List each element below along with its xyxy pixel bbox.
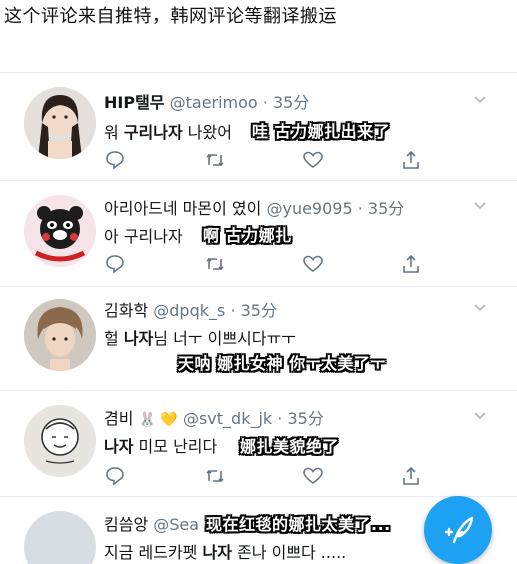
- display-name[interactable]: 아리아드네 마몬이 였이: [104, 199, 261, 218]
- username[interactable]: @taerimoo: [170, 93, 258, 112]
- tweet-text-part: 헐: [104, 329, 124, 348]
- chevron-down-icon[interactable]: [473, 93, 487, 107]
- share-icon[interactable]: [400, 465, 422, 487]
- compose-icon: [444, 516, 474, 544]
- chevron-down-icon[interactable]: [473, 409, 487, 423]
- like-icon[interactable]: [302, 253, 324, 275]
- tweet-text-highlight: 나자: [104, 437, 134, 456]
- tweet-header: 아리아드네 마몬이 였이 @yue9095 · 35分: [104, 195, 404, 219]
- share-icon[interactable]: [400, 253, 422, 275]
- tweet-actions: [100, 253, 440, 277]
- translation-caption: 娜扎美貌绝了: [240, 437, 340, 456]
- avatar[interactable]: [24, 195, 96, 267]
- display-name[interactable]: 김화학: [104, 301, 148, 320]
- tweet-text-highlight: 나자: [123, 329, 154, 348]
- tweet-text-part: 님 너ㅜ 이쁘시다ㅠㅜ: [153, 329, 296, 348]
- reply-icon[interactable]: [104, 465, 126, 487]
- tweet-text-part: 아: [104, 227, 124, 246]
- tweet-header: 김화학 @dpqk_s · 35分: [104, 297, 277, 321]
- tweet-text-part: 존나 이쁘다 .....: [231, 543, 347, 562]
- chevron-down-icon[interactable]: [473, 199, 487, 213]
- reply-icon[interactable]: [104, 253, 126, 275]
- tweet[interactable]: 아리아드네 마몬이 였이 @yue9095 · 35分 아 구리나자 啊 古力娜…: [0, 180, 517, 286]
- tweet-text-highlight: 구리나자: [123, 227, 183, 246]
- avatar[interactable]: [24, 299, 96, 371]
- translation-caption: 哇 古力娜扎出来了: [252, 122, 391, 141]
- tweet-text-part: 지금 레드카펫: [104, 543, 203, 562]
- tweet-text: 헐 나자님 너ㅜ 이쁘시다ㅠㅜ: [104, 325, 296, 349]
- avatar[interactable]: [24, 405, 96, 477]
- translation-caption: 天呐 娜扎女神 你ㅜ太美了ㅜ: [178, 354, 386, 373]
- avatar[interactable]: [24, 511, 96, 564]
- tweet-header: 겸비 🐰 💛 @svt_dk_jk · 35分: [104, 405, 324, 429]
- username[interactable]: @dpqk_s: [153, 301, 225, 320]
- tweet[interactable]: 김화학 @dpqk_s · 35分 헐 나자님 너ㅜ 이쁘시다ㅠㅜ 天呐 娜扎女…: [0, 286, 517, 390]
- reply-icon[interactable]: [104, 149, 126, 171]
- tweet[interactable]: 겸비 🐰 💛 @svt_dk_jk · 35分 나자 미모 난리다 娜扎美貌绝了: [0, 390, 517, 496]
- like-icon[interactable]: [302, 465, 324, 487]
- tweet-text: 아 구리나자: [104, 223, 183, 247]
- retweet-icon[interactable]: [204, 465, 226, 487]
- display-name[interactable]: HIP탤무: [104, 93, 165, 112]
- tweet-text-part: 워: [104, 123, 124, 142]
- avatar[interactable]: [24, 87, 96, 159]
- tweet-text: 나자 미모 난리다: [104, 433, 217, 457]
- display-name[interactable]: 킴씀앙: [104, 515, 148, 534]
- translation-caption: 啊 古力娜扎: [203, 226, 292, 245]
- timestamp[interactable]: · 35分: [263, 93, 310, 112]
- username[interactable]: @Sea: [153, 515, 199, 534]
- tweet-actions: [100, 465, 440, 489]
- tweet-text-highlight: 구리나자: [123, 123, 183, 142]
- timestamp[interactable]: · 35分: [230, 301, 277, 320]
- timestamp[interactable]: · 35分: [277, 409, 324, 428]
- username[interactable]: @svt_dk_jk: [183, 409, 272, 428]
- share-icon[interactable]: [400, 149, 422, 171]
- page-caption: 这个评论来自推特，韩网评论等翻译搬运: [4, 6, 337, 27]
- translation-caption: 现在红毯的娜扎太美了...: [206, 515, 391, 534]
- retweet-icon[interactable]: [204, 149, 226, 171]
- tweet-header: 킴씀앙 @Sea: [104, 511, 199, 535]
- tweet[interactable]: HIP탤무 @taerimoo · 35分 워 구리나자 나왔어 哇 古力娜扎出…: [0, 72, 517, 180]
- retweet-icon[interactable]: [204, 253, 226, 275]
- tweet-text-part: 미모 난리다: [133, 437, 218, 456]
- emoji-badges: 🐰 💛: [138, 412, 178, 428]
- compose-button[interactable]: [424, 496, 492, 564]
- chevron-down-icon[interactable]: [473, 301, 487, 315]
- tweet-text: 지금 레드카펫 나자 존나 이쁘다 .....: [104, 539, 346, 563]
- username[interactable]: @yue9095: [266, 199, 352, 218]
- like-icon[interactable]: [302, 149, 324, 171]
- tweet-text-part: 나왔어: [182, 123, 232, 142]
- tweet-text-highlight: 나자: [202, 543, 232, 562]
- tweet-actions: [100, 149, 440, 173]
- display-name[interactable]: 겸비: [104, 409, 133, 428]
- tweet-text: 워 구리나자 나왔어: [104, 119, 232, 143]
- tweet-header: HIP탤무 @taerimoo · 35分: [104, 89, 309, 113]
- timestamp[interactable]: · 35分: [358, 199, 405, 218]
